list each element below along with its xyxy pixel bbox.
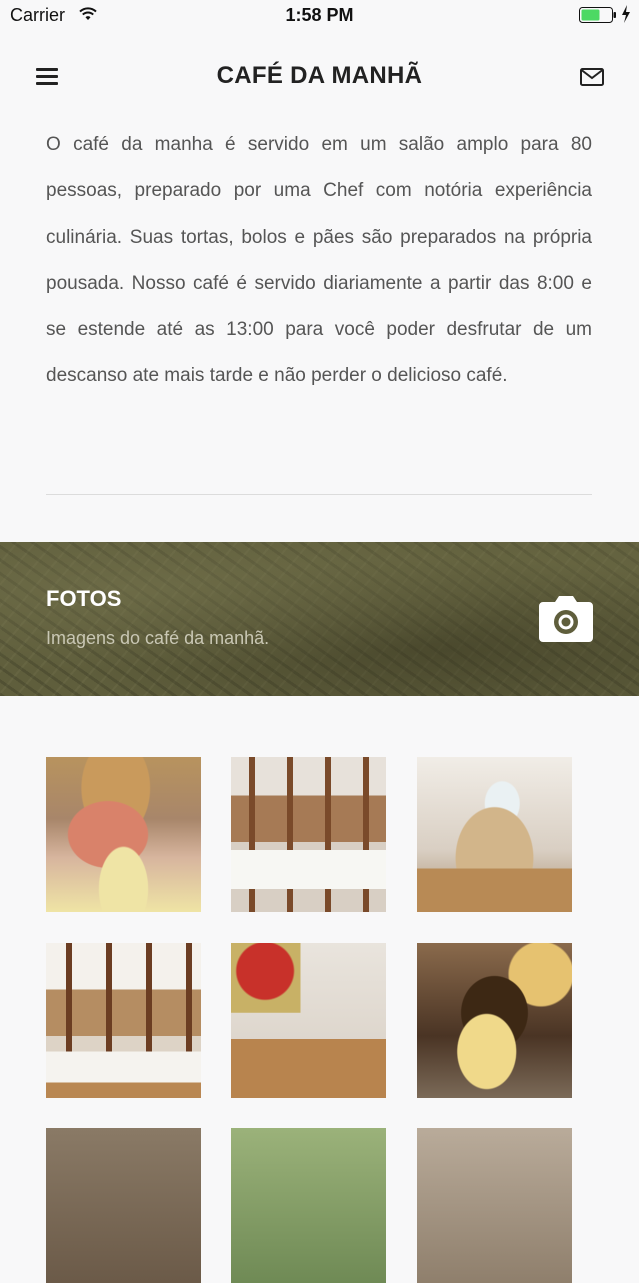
page-title: CAFÉ DA MANHÃ (216, 62, 423, 89)
gallery-photo-dining-hall[interactable] (46, 943, 201, 1098)
camera-icon[interactable] (539, 596, 593, 647)
gallery-photo[interactable] (46, 1128, 201, 1283)
description-text: O café da manha é servido em um salão am… (46, 134, 592, 387)
gallery-photo[interactable] (231, 1128, 386, 1283)
photos-title: FOTOS (46, 586, 122, 611)
gallery-photo-buffet-table[interactable] (417, 757, 572, 912)
gallery-photo-food-bowls[interactable] (417, 943, 572, 1098)
gallery-photo-buffet-bread[interactable] (46, 757, 201, 912)
clock: 1:58 PM (285, 5, 354, 25)
divider (46, 494, 592, 495)
mail-icon[interactable] (580, 68, 604, 91)
gallery-photo[interactable] (417, 1128, 572, 1283)
gallery-photo-dining-chairs[interactable] (231, 943, 386, 1098)
status-bar: Carrier 1:58 PM (0, 0, 639, 34)
photos-subtitle: Imagens do café da manhã. (46, 628, 270, 648)
photos-banner: FOTOS Imagens do café da manhã. (0, 542, 639, 696)
navigation-bar: CAFÉ DA MANHÃ (0, 46, 639, 106)
charging-icon (621, 5, 631, 28)
gallery-photo-dining-room[interactable] (231, 757, 386, 912)
battery-icon (579, 7, 616, 23)
